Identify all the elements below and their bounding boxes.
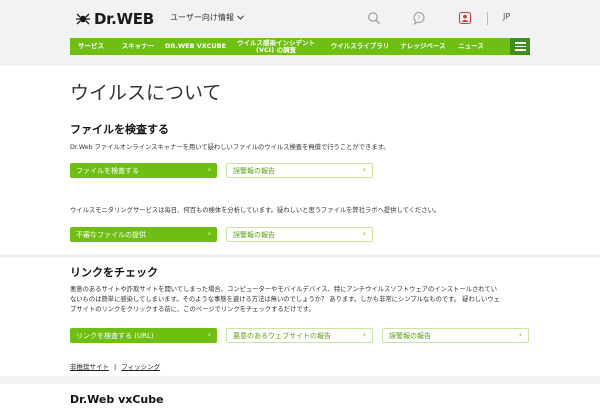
chevron-right-icon: › xyxy=(362,165,366,174)
chevron-right-icon: › xyxy=(207,229,211,238)
spider-logo-icon xyxy=(76,13,90,25)
link-check-heading: リンクをチェック xyxy=(70,266,158,279)
false-positive-button-2-label: 誤警報の報告 xyxy=(233,230,275,239)
nav-item-services[interactable]: サービス xyxy=(70,38,112,55)
main-navigation: サービス スキャナー DR.WEB VXCUBE ウイルス感染インシデント (V… xyxy=(70,38,530,55)
check-url-button[interactable]: リンクを検査する (URL) › xyxy=(70,328,217,343)
scan-file-button-label: ファイルを検査する xyxy=(76,166,139,175)
language-selector[interactable]: JP xyxy=(503,12,510,21)
link-check-description-line-3: ブサイトのリンクをクリックする前に、このページでリンクをチェックするだけです。 xyxy=(70,306,315,313)
chevron-right-icon: › xyxy=(362,229,366,238)
audience-label: ユーザー向け情報 xyxy=(170,13,234,22)
svg-text:?: ? xyxy=(417,15,420,22)
hamburger-menu-icon[interactable] xyxy=(510,38,530,55)
file-check-description: Dr.Web ファイルオンラインスキャナーを用いて疑わしいファイルのウイルス検査… xyxy=(70,144,390,151)
false-positive-button-label: 誤警報の報告 xyxy=(233,166,275,175)
check-url-button-label: リンクを検査する (URL) xyxy=(76,331,154,340)
vxcube-heading: Dr.Web vxCube xyxy=(70,393,164,406)
chat-icon[interactable]: ? xyxy=(412,11,426,25)
nav-item-vci[interactable]: ウイルス感染インシデント (VCI) の調査 xyxy=(227,38,325,55)
report-malicious-site-button[interactable]: 悪意のあるウェブサイトの報告 › xyxy=(226,328,373,343)
link-check-section: リンクをチェック 悪意のあるサイトや詐欺サイトを開いてしまった場合、コンピュータ… xyxy=(0,258,600,376)
monitoring-description: ウイルスモニタリングサービスは毎日、何百もの検体を分析しています。疑わしいと思う… xyxy=(70,207,441,214)
virus-info-section: ウイルスについて ファイルを検査する Dr.Web ファイルオンラインスキャナー… xyxy=(0,66,600,254)
link-check-description-line-1: 悪意のあるサイトや詐欺サイトを開いてしまった場合、コンピューターやモバイルデバイ… xyxy=(70,286,497,293)
vxcube-section: Dr.Web vxCube xyxy=(0,384,600,411)
false-positive-button-3-label: 誤警報の報告 xyxy=(389,331,431,340)
chevron-down-icon xyxy=(236,15,244,20)
nav-item-scanner[interactable]: スキャナー xyxy=(112,38,164,55)
chevron-right-icon: › xyxy=(207,330,211,339)
top-header: Dr.WEB ユーザー向け情報 ? JP xyxy=(0,0,600,38)
link-separator: | xyxy=(114,363,117,371)
false-positive-button-3[interactable]: 誤警報の報告 › xyxy=(382,328,529,343)
submit-suspicious-button-label: 不審なファイルの提供 xyxy=(76,230,146,239)
audience-selector[interactable]: ユーザー向け情報 xyxy=(170,12,244,23)
nav-item-news[interactable]: ニュース xyxy=(451,38,491,55)
chevron-right-icon: › xyxy=(207,165,211,174)
link-check-description-line-2: ないものは簡単に感染してしまいます。そのような事態を避ける方法は無いのでしょうか… xyxy=(70,296,500,303)
nav-item-virus-library[interactable]: ウイルスライブラリ xyxy=(325,38,395,55)
header-divider xyxy=(487,12,488,25)
search-icon[interactable] xyxy=(367,11,381,25)
brand-name: Dr.WEB xyxy=(94,10,154,28)
scan-file-button[interactable]: ファイルを検査する › xyxy=(70,163,217,178)
report-malicious-site-button-label: 悪意のあるウェブサイトの報告 xyxy=(233,331,331,340)
drweb-logo[interactable]: Dr.WEB xyxy=(75,10,154,28)
file-check-heading: ファイルを検査する xyxy=(70,123,169,136)
phishing-link[interactable]: フィッシング xyxy=(121,363,160,371)
submit-suspicious-button[interactable]: 不審なファイルの提供 › xyxy=(70,227,217,242)
link-check-footer-links: 非推奨サイト | フィッシング xyxy=(70,361,160,371)
chevron-right-icon: › xyxy=(362,330,366,339)
non-recommended-sites-link[interactable]: 非推奨サイト xyxy=(70,363,109,371)
false-positive-button-2[interactable]: 誤警報の報告 › xyxy=(226,227,373,242)
account-icon[interactable] xyxy=(458,11,472,25)
chevron-right-icon: › xyxy=(518,330,522,339)
false-positive-button[interactable]: 誤警報の報告 › xyxy=(226,163,373,178)
page-title: ウイルスについて xyxy=(70,82,222,104)
nav-item-vxcube[interactable]: DR.WEB VXCUBE xyxy=(164,38,227,55)
nav-item-knowledge-base[interactable]: ナレッジベース xyxy=(395,38,451,55)
